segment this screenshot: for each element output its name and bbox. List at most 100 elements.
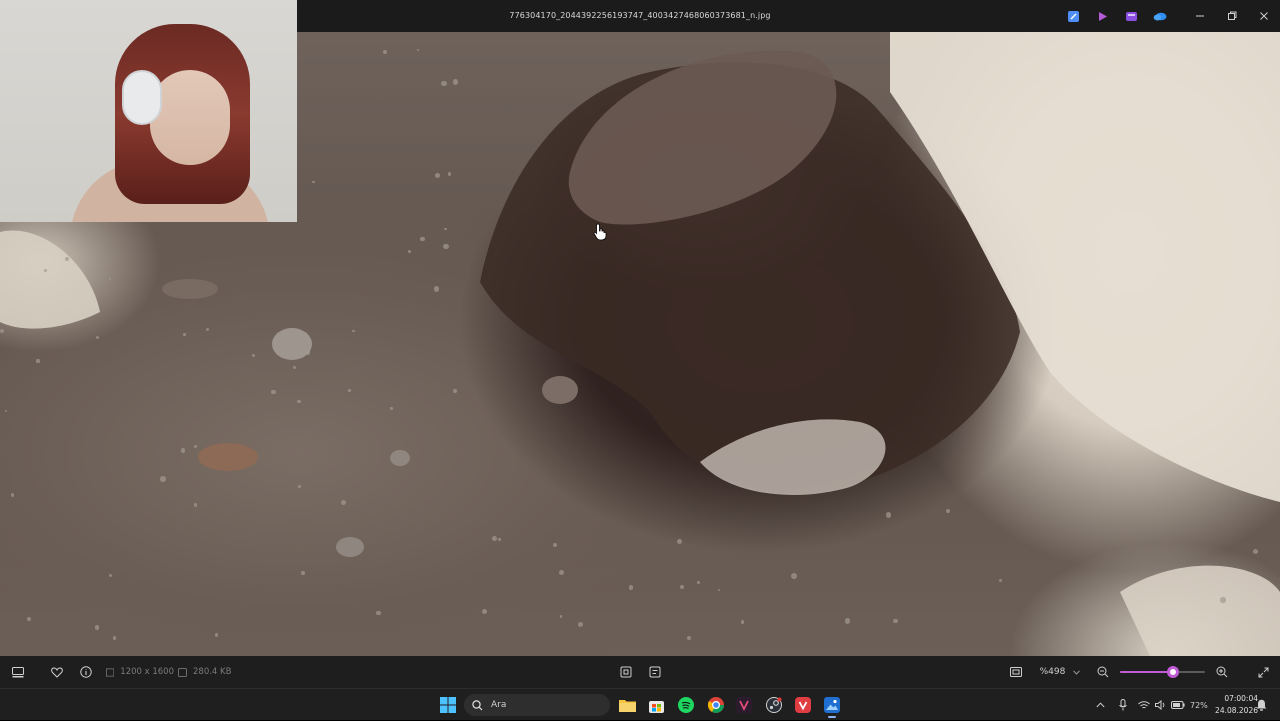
chrome-icon xyxy=(708,697,724,713)
info-button[interactable] xyxy=(77,656,95,688)
text-extract-button[interactable] xyxy=(646,656,664,688)
ground-speck xyxy=(194,444,197,448)
zoom-dropdown[interactable]: %498 xyxy=(1034,656,1086,688)
clock[interactable]: 07:00:04 24.08.2026 xyxy=(1198,693,1258,717)
search-placeholder: Ara xyxy=(491,700,507,710)
favorite-button[interactable] xyxy=(48,656,66,688)
file-size: 280.4 KB xyxy=(178,656,234,688)
ground-speck xyxy=(844,618,851,624)
zoom-slider-thumb[interactable] xyxy=(1166,666,1179,678)
webcam-overlay xyxy=(0,0,297,222)
ground-speck xyxy=(180,447,186,453)
vivaldi-icon xyxy=(795,697,811,713)
headphone-icon xyxy=(122,70,162,125)
taskbar-file-explorer[interactable] xyxy=(617,695,637,715)
ground-speck xyxy=(407,250,411,253)
system-tray xyxy=(1096,689,1127,721)
chevron-up-icon[interactable] xyxy=(1096,702,1105,708)
ground-speck xyxy=(65,257,70,261)
start-button[interactable] xyxy=(438,695,458,715)
microphone-icon[interactable] xyxy=(1119,699,1127,711)
ground-speck xyxy=(448,172,452,176)
photos-app-window: 776304170_2044392256193747_4003427468060… xyxy=(0,0,1280,720)
restore-button[interactable] xyxy=(1216,0,1248,32)
designer-icon[interactable] xyxy=(1123,8,1139,24)
title-bar-actions xyxy=(1065,8,1168,24)
ground-speck xyxy=(791,572,797,579)
clipchamp-icon[interactable] xyxy=(1094,8,1110,24)
photos-app-icon xyxy=(824,697,840,713)
spotify-icon xyxy=(678,697,694,713)
ground-speck xyxy=(491,535,497,541)
ground-speck xyxy=(552,543,557,548)
heart-icon xyxy=(51,666,63,678)
restore-icon xyxy=(1228,11,1237,20)
ground-speck xyxy=(312,180,315,183)
ground-speck xyxy=(305,350,311,355)
windows-logo-icon xyxy=(440,697,456,713)
speaker-icon xyxy=(1155,700,1165,710)
ground-speck xyxy=(452,79,459,85)
search-icon xyxy=(472,699,483,710)
zoom-in-button[interactable] xyxy=(1213,656,1231,688)
edit-icon[interactable] xyxy=(1065,8,1081,24)
taskbar-spotify[interactable] xyxy=(676,695,696,715)
filmstrip-button[interactable] xyxy=(9,656,27,688)
crop-icon xyxy=(620,666,632,678)
taskbar: Ara 72% 07:00:04 24.08.2026 xyxy=(0,688,1280,720)
ground-speck xyxy=(390,407,393,410)
ground-speck xyxy=(36,359,40,363)
clock-time: 07:00:04 xyxy=(1224,694,1258,703)
hand-cursor-icon xyxy=(593,223,607,241)
ground-speck xyxy=(0,329,4,333)
window-controls xyxy=(1184,0,1280,32)
viewer-toolbar: 1200 x 1600 280.4 KB %498 xyxy=(0,656,1280,688)
ground-speck xyxy=(183,333,186,336)
file-size-text: 280.4 KB xyxy=(193,667,232,677)
ground-speck xyxy=(434,173,440,179)
zoom-in-icon xyxy=(1216,666,1228,678)
zoom-out-icon xyxy=(1097,666,1109,678)
taskbar-app-v[interactable] xyxy=(734,695,754,715)
ground-speck xyxy=(298,485,301,488)
ground-speck xyxy=(1220,597,1226,603)
ground-speck xyxy=(352,329,355,333)
ground-speck xyxy=(160,476,166,482)
onedrive-icon[interactable] xyxy=(1152,8,1168,24)
notification-center[interactable] xyxy=(1254,695,1268,715)
crop-button[interactable] xyxy=(617,656,635,688)
ground-speck xyxy=(300,571,305,576)
ground-speck xyxy=(420,236,425,241)
taskbar-steam[interactable] xyxy=(764,695,784,715)
minimize-button[interactable] xyxy=(1184,0,1216,32)
full-screen-button[interactable] xyxy=(1254,656,1272,688)
ground-speck xyxy=(376,610,381,616)
dimensions-text: 1200 x 1600 xyxy=(120,667,174,677)
ground-speck xyxy=(893,618,898,624)
close-button[interactable] xyxy=(1248,0,1280,32)
taskbar-photos[interactable] xyxy=(822,695,842,715)
ground-speck xyxy=(193,503,197,507)
ground-speck xyxy=(697,581,700,584)
taskbar-vivaldi[interactable] xyxy=(793,695,813,715)
ground-speck xyxy=(885,512,892,518)
chevron-down-icon xyxy=(1073,669,1081,675)
taskbar-store[interactable] xyxy=(646,695,666,715)
ground-speck xyxy=(95,625,100,630)
taskbar-search[interactable]: Ara xyxy=(464,694,610,716)
dimensions-icon xyxy=(106,667,115,677)
wifi-icon xyxy=(1138,700,1150,708)
filmstrip-icon xyxy=(12,666,24,677)
fit-to-window-button[interactable] xyxy=(1007,656,1025,688)
image-dimensions: 1200 x 1600 xyxy=(106,656,174,688)
webcam-face xyxy=(150,70,230,165)
ground-speck xyxy=(340,499,347,506)
ground-speck xyxy=(348,389,351,392)
store-icon xyxy=(648,700,664,713)
taskbar-chrome[interactable] xyxy=(706,695,726,715)
zoom-slider[interactable] xyxy=(1120,671,1205,673)
v-app-icon xyxy=(736,697,752,713)
info-icon xyxy=(80,666,92,678)
ground-speck xyxy=(416,48,419,51)
zoom-out-button[interactable] xyxy=(1094,656,1112,688)
